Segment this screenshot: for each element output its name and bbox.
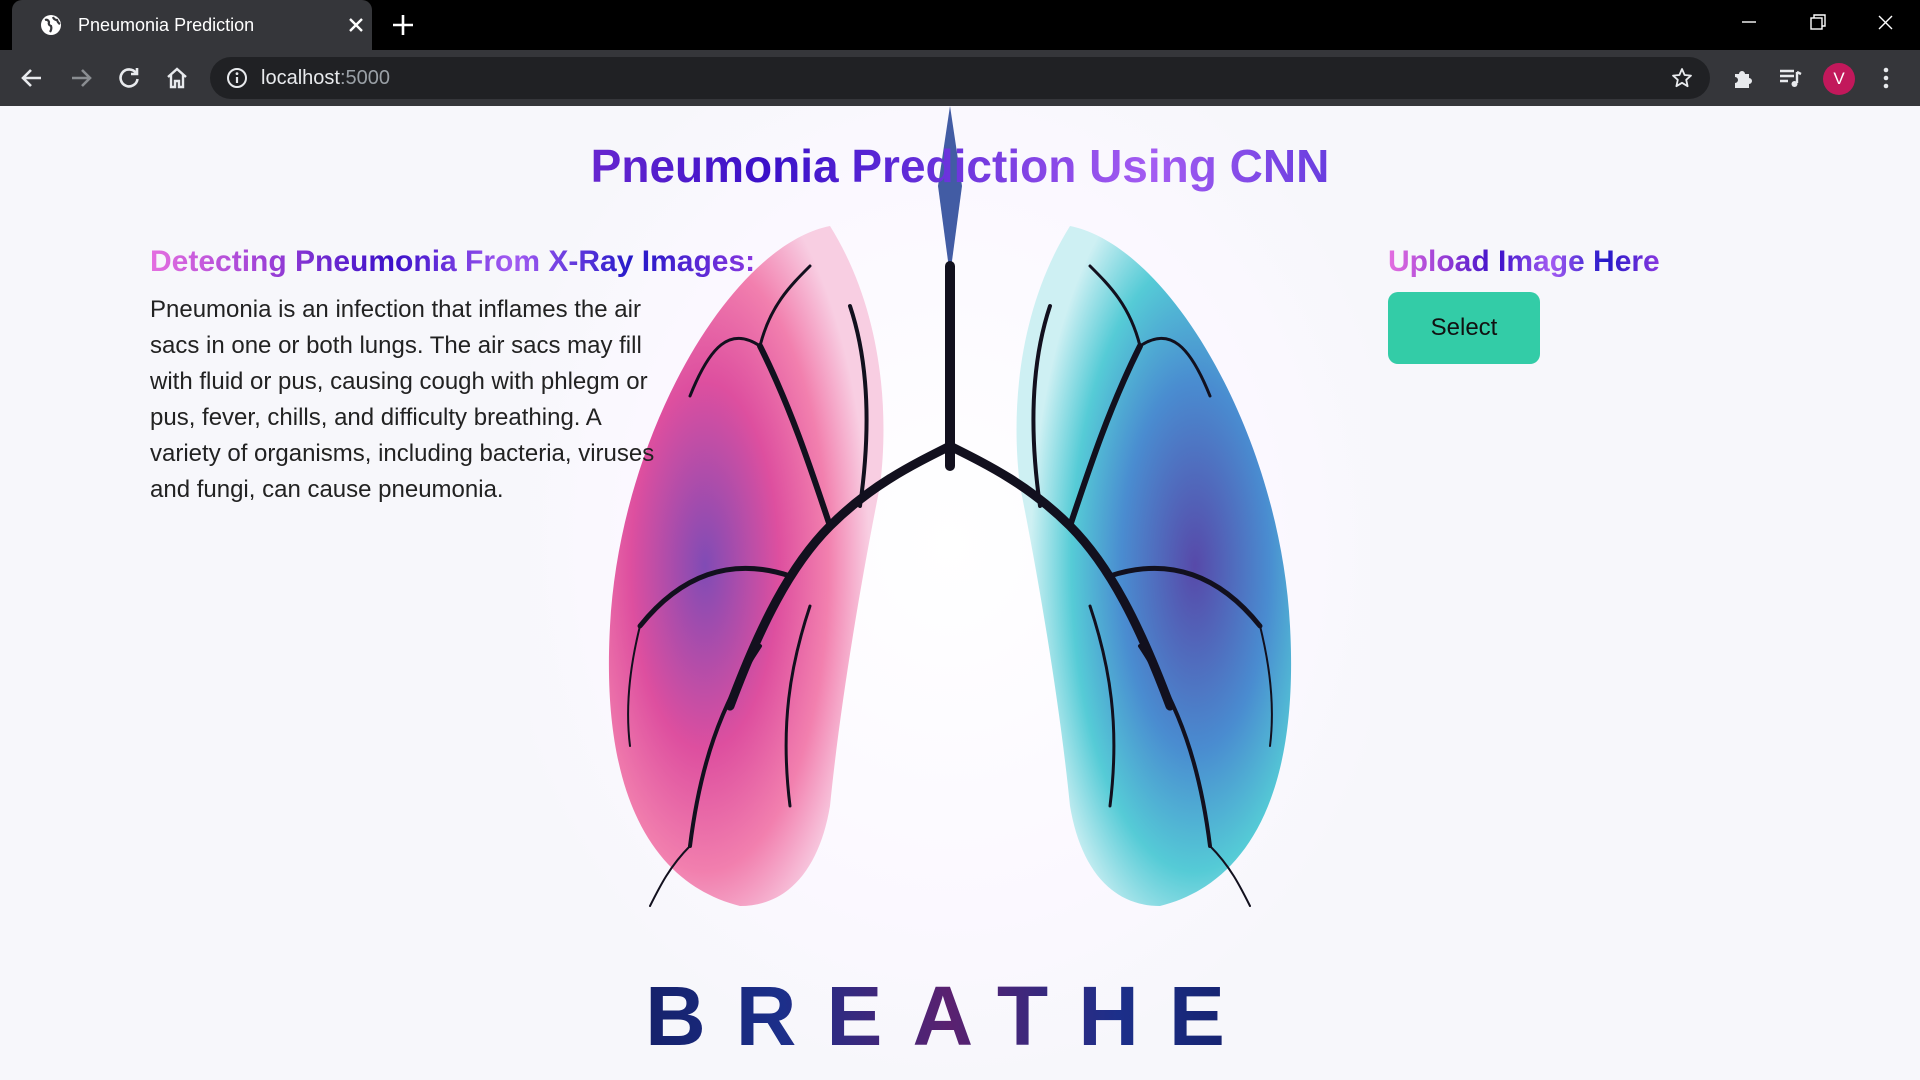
restore-icon[interactable] xyxy=(1800,8,1834,38)
minimize-icon[interactable] xyxy=(1732,8,1766,38)
tab-title: Pneumonia Prediction xyxy=(78,15,255,35)
url-host: localhost xyxy=(261,67,340,89)
section-heading: Detecting Pneumonia From X-Ray Images: xyxy=(150,242,755,282)
page-content: Pneumonia Prediction Using CNN Detecting… xyxy=(0,106,1920,1080)
window-close-icon[interactable] xyxy=(1868,8,1902,38)
plus-icon[interactable] xyxy=(390,12,416,38)
url-text: localhost:5000 xyxy=(261,67,390,89)
forward-arrow-icon[interactable] xyxy=(67,64,95,92)
address-bar[interactable]: localhost:5000 xyxy=(210,57,1710,99)
upload-heading: Upload Image Here xyxy=(1388,242,1660,282)
url-port: :5000 xyxy=(339,67,390,89)
browser-toolbar: localhost:5000 V xyxy=(0,50,1920,106)
breathe-caption: BREATHE xyxy=(530,966,1370,1066)
info-icon[interactable] xyxy=(226,67,248,89)
avatar[interactable]: V xyxy=(1823,63,1855,95)
media-icon[interactable] xyxy=(1776,64,1804,92)
back-arrow-icon[interactable] xyxy=(18,64,46,92)
page-title: Pneumonia Prediction Using CNN xyxy=(0,136,1920,196)
globe-icon xyxy=(41,15,61,35)
pneumonia-description: Pneumonia is an infection that inflames … xyxy=(150,296,655,503)
puzzle-icon[interactable] xyxy=(1729,64,1757,92)
close-icon[interactable] xyxy=(344,13,368,37)
home-icon[interactable] xyxy=(163,64,191,92)
star-icon[interactable] xyxy=(1670,66,1694,90)
browser-titlebar: Pneumonia Prediction xyxy=(0,0,1920,50)
browser-tab[interactable]: Pneumonia Prediction xyxy=(12,0,372,50)
reload-icon[interactable] xyxy=(115,64,143,92)
select-button[interactable]: Select xyxy=(1388,292,1540,364)
kebab-menu-icon[interactable] xyxy=(1872,64,1900,92)
